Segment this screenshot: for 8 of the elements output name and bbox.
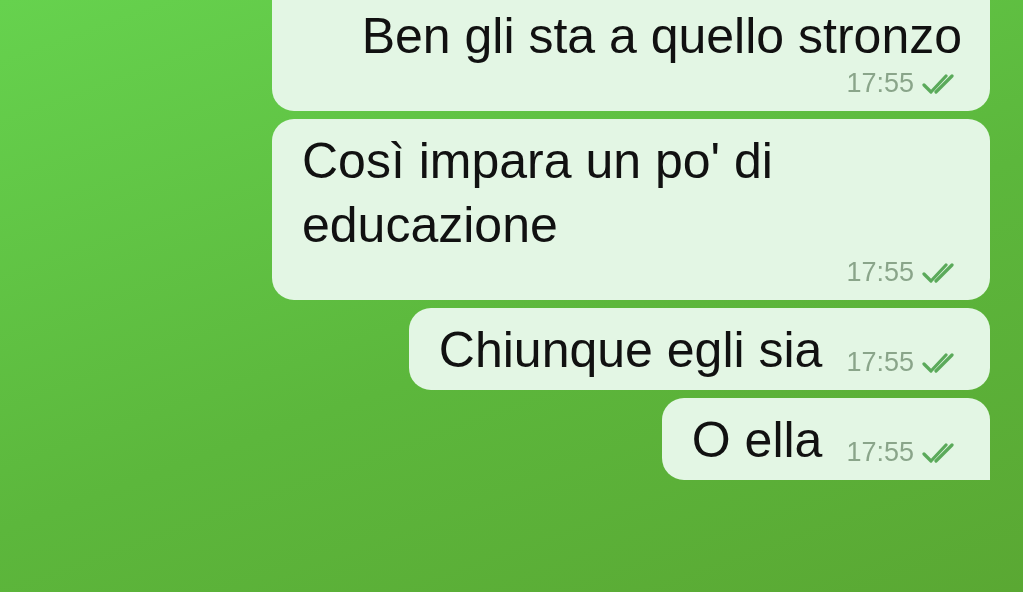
message-time: 17:55: [846, 347, 914, 378]
message-time: 17:55: [846, 257, 914, 288]
message-time: 17:55: [846, 68, 914, 99]
message-text: O ella: [691, 411, 823, 470]
message-text: Così impara un po' di educazione: [302, 132, 774, 255]
message-text: Chiunque egli sia: [438, 321, 823, 380]
message-time: 17:55: [846, 437, 914, 468]
message-text: Ben gli sta a quello stronzo: [361, 7, 962, 66]
